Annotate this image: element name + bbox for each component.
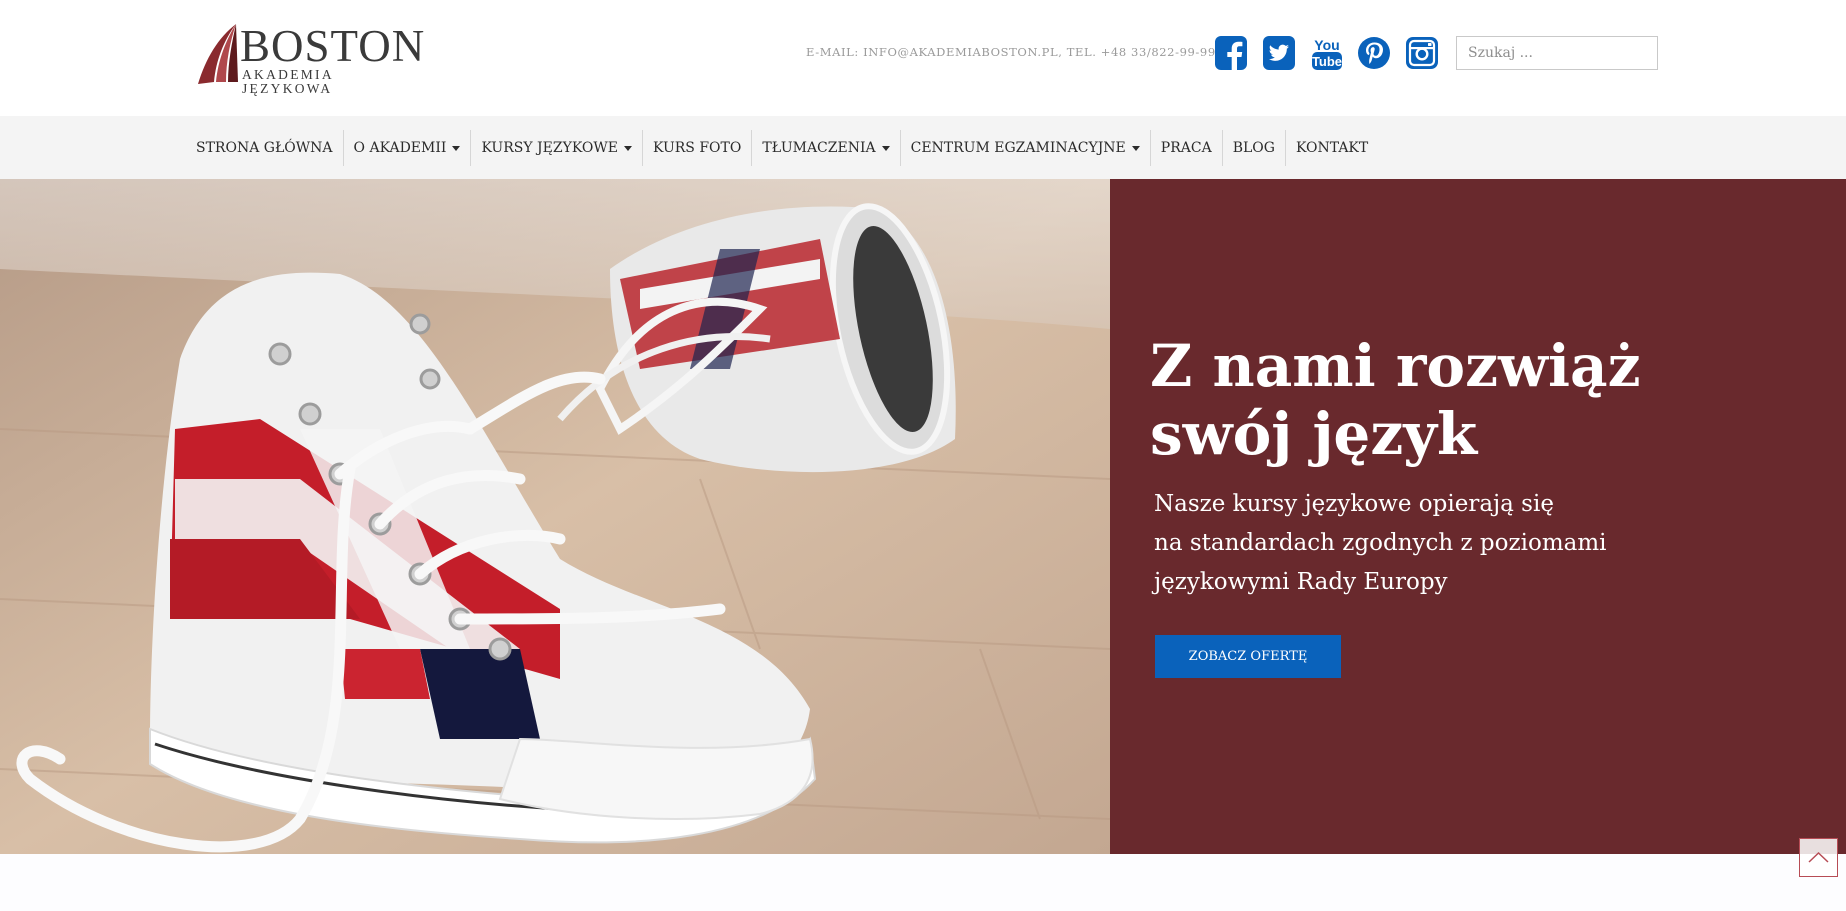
site-header: BOSTON AKADEMIA JĘZYKOWA E-MAIL: INFO@AK… — [0, 0, 1846, 116]
nav-item-kursy-jezykowe[interactable]: KURSY JĘZYKOWE — [470, 130, 642, 166]
hero-title: Z nami rozwiąż swój język — [1150, 332, 1790, 468]
hero-title-line: Z nami rozwiąż — [1150, 332, 1641, 400]
contact-info: E-MAIL: INFO@AKADEMIABOSTON.PL, TEL. +48… — [806, 45, 1216, 59]
nav-item-tlumaczenia[interactable]: TŁUMACZENIA — [751, 130, 899, 166]
hero-image-sneakers — [0, 179, 1110, 854]
instagram-icon[interactable] — [1405, 35, 1439, 71]
nav-item-label: KONTAKT — [1295, 140, 1369, 156]
facebook-icon[interactable] — [1214, 35, 1248, 71]
see-offer-button[interactable]: ZOBACZ OFERTĘ — [1155, 635, 1341, 678]
pinterest-icon[interactable] — [1357, 35, 1391, 71]
nav-menu: STRONA GŁÓWNA O AKADEMII KURSY JĘZYKOWE … — [186, 130, 1378, 166]
nav-item-label: KURS FOTO — [653, 140, 742, 156]
nav-item-label: O AKADEMII — [353, 140, 447, 156]
caret-down-icon — [452, 145, 461, 151]
hero-section: Z nami rozwiąż swój język Nasze kursy ję… — [0, 179, 1846, 854]
nav-item-label: CENTRUM EGZAMINACYJNE — [910, 140, 1126, 156]
nav-item-label: PRACA — [1160, 140, 1212, 156]
sail-logo-icon — [198, 24, 238, 84]
nav-item-label: BLOG — [1232, 140, 1275, 156]
youtube-icon[interactable]: You Tube — [1310, 35, 1344, 71]
svg-text:Tube: Tube — [1312, 54, 1342, 69]
caret-down-icon — [881, 145, 890, 151]
nav-item-label: KURSY JĘZYKOWE — [481, 140, 618, 156]
twitter-icon[interactable] — [1262, 35, 1296, 71]
nav-item-strona-glowna[interactable]: STRONA GŁÓWNA — [186, 130, 343, 166]
main-navigation: STRONA GŁÓWNA O AKADEMII KURSY JĘZYKOWE … — [0, 116, 1846, 179]
nav-item-label: STRONA GŁÓWNA — [196, 140, 333, 156]
search-input[interactable] — [1456, 36, 1658, 70]
logo-subtitle: AKADEMIA JĘZYKOWA — [242, 67, 334, 96]
caret-down-icon — [624, 145, 632, 151]
hero-text-line: na standardach zgodnych z poziomami — [1154, 530, 1607, 556]
hero-description: Nasze kursy językowe opierają się na sta… — [1154, 485, 1794, 602]
nav-item-centrum-egzaminacyjne[interactable]: CENTRUM EGZAMINACYJNE — [899, 130, 1150, 166]
nav-item-kontakt[interactable]: KONTAKT — [1284, 130, 1378, 166]
nav-item-label: TŁUMACZENIA — [762, 140, 876, 156]
svg-text:You: You — [1314, 37, 1339, 53]
logo-wordmark: BOSTON — [240, 21, 426, 71]
hero-content-panel: Z nami rozwiąż swój język Nasze kursy ję… — [1110, 179, 1846, 854]
site-logo[interactable]: BOSTON AKADEMIA JĘZYKOWA — [196, 21, 426, 95]
hero-text-line: Nasze kursy językowe opierają się — [1154, 491, 1554, 517]
hero-title-line: swój język — [1150, 400, 1478, 468]
nav-item-o-akademii[interactable]: O AKADEMII — [342, 130, 471, 166]
hero-text-line: językowymi Rady Europy — [1154, 569, 1448, 595]
scroll-to-top-button[interactable] — [1799, 838, 1838, 877]
nav-item-praca[interactable]: PRACA — [1149, 130, 1222, 166]
caret-down-icon — [1131, 145, 1140, 151]
nav-item-kurs-foto[interactable]: KURS FOTO — [642, 130, 751, 166]
chevron-up-icon — [1808, 851, 1829, 863]
content-area-top — [0, 854, 1846, 911]
nav-item-blog[interactable]: BLOG — [1221, 130, 1285, 166]
